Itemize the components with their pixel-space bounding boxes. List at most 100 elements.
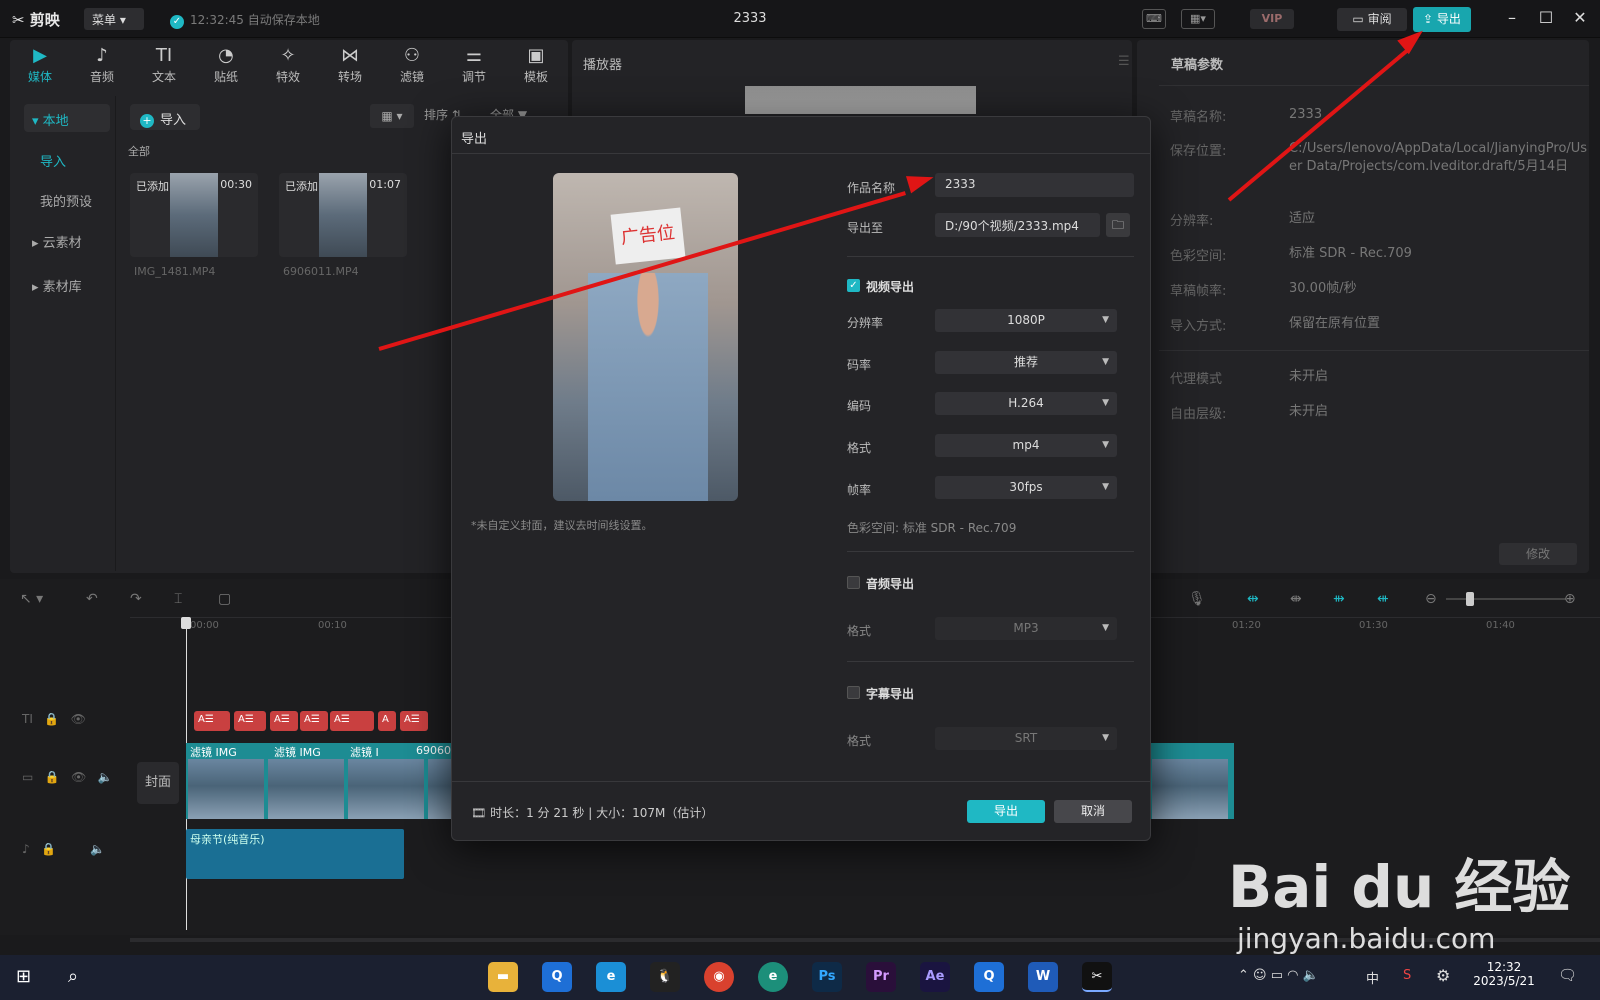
filter-icon: ⚇ [403,45,421,66]
framerate-value: 30.00帧/秒 [1289,281,1357,296]
thumbnail-image [319,173,367,257]
qq-icon[interactable]: 🐧 [650,962,680,992]
file-explorer-icon[interactable]: ▬ [488,962,518,992]
delete-icon[interactable]: ▢ [218,591,231,607]
audio-format-select[interactable]: MP3 ▼ [935,617,1117,640]
codec-select[interactable]: H.264 ▼ [935,392,1117,415]
player-menu-icon[interactable]: ☰ [1118,54,1130,69]
text-clip[interactable]: A☰ [234,711,266,731]
search-icon[interactable]: ⌕ [68,966,78,987]
sidebar-item-import[interactable]: 导入 [32,145,118,173]
player-preview [745,86,976,114]
browser2-icon[interactable]: Q [974,962,1004,992]
text-clip[interactable]: A☰ [400,711,428,731]
audio-export-checkbox[interactable] [847,576,860,589]
text-clip[interactable]: A☰ [330,711,374,731]
undo-icon[interactable]: ↶ [86,591,98,607]
close-icon[interactable]: ✕ [1570,8,1590,27]
free-layer-key: 自由层级: [1170,407,1227,422]
modify-button[interactable]: 修改 [1499,543,1577,565]
redo-icon[interactable]: ↷ [130,591,142,607]
notification-icon[interactable]: 🗨 [1558,966,1577,984]
resolution-label: 分辨率 [847,316,884,330]
fps-select[interactable]: 30fps ▼ [935,476,1117,499]
tab-filter[interactable]: ⚇ 滤镜 [382,44,442,85]
format-select[interactable]: mp4 ▼ [935,434,1117,457]
layout-icon[interactable]: ▦▾ [1181,9,1215,29]
sidebar-item-local[interactable]: ▾ 本地 [24,104,110,132]
sogou-icon[interactable]: S [1403,968,1411,983]
after-effects-icon[interactable]: Ae [920,962,950,992]
text-clip[interactable]: A☰ [270,711,298,731]
path-input[interactable]: D:/90个视频/2333.mp4 [935,213,1100,237]
keyboard-icon[interactable]: ⌨ [1142,9,1166,29]
zoom-slider-handle[interactable] [1466,592,1474,606]
cover-preview[interactable]: 广告位 [553,173,738,501]
cancel-button[interactable]: 取消 [1054,800,1132,823]
media-item[interactable]: 已添加 01:07 [279,173,407,257]
text-clip[interactable]: A☰ [194,711,230,731]
zoom-in-icon[interactable]: ⊕ [1564,591,1576,607]
text-clip[interactable]: A [378,711,396,731]
chrome-icon[interactable]: ◉ [704,962,734,992]
resolution-select[interactable]: 1080P ▼ [935,309,1117,332]
sidebar-item-presets[interactable]: 我的预设 [32,185,118,213]
view-toggle[interactable]: ▦ ▾ [370,104,414,128]
video-clip[interactable] [1150,743,1234,819]
word-icon[interactable]: W [1028,962,1058,992]
export-confirm-button[interactable]: 导出 [967,800,1045,823]
audio-clip[interactable]: 母亲节(纯音乐) [186,829,404,879]
sidebar-item-library[interactable]: ▸ 素材库 [24,270,110,298]
preview-axis-icon[interactable]: ⇻ [1333,591,1345,607]
playhead-handle[interactable] [181,617,191,629]
settings-icon[interactable]: ⚙ [1436,966,1450,985]
added-badge: 已添加 [285,180,318,193]
photoshop-icon[interactable]: Ps [812,962,842,992]
align-icon[interactable]: ⇺ [1377,591,1389,607]
free-layer-value: 未开启 [1289,404,1329,419]
snap-icon[interactable]: ⇼ [1290,591,1302,607]
subtitle-format-select[interactable]: SRT ▼ [935,727,1117,750]
tab-audio[interactable]: ♪ 音频 [72,44,132,85]
minimize-icon[interactable]: – [1502,8,1522,27]
review-button[interactable]: ▭ 审阅 [1337,8,1407,31]
vip-badge[interactable]: VIP [1250,9,1294,29]
select-tool-icon[interactable]: ↖ ▾ [20,591,43,607]
cover-person [588,273,708,501]
split-icon[interactable]: ⌶ [174,591,182,607]
name-input[interactable]: 2333 [935,173,1134,197]
link-icon[interactable]: ⇹ [1247,591,1259,607]
maximize-icon[interactable]: ☐ [1536,8,1556,27]
edge-icon[interactable]: e [758,962,788,992]
tray-icons[interactable]: ⌃ ☺ ▭ ◠ 🔈 [1238,968,1319,983]
folder-icon[interactable]: 🗀 [1106,213,1130,237]
tab-text[interactable]: TI 文本 [134,44,194,85]
media-item[interactable]: 已添加 00:30 [130,173,258,257]
mic-icon[interactable]: 🎙 [1188,591,1206,607]
subtitle-export-checkbox[interactable] [847,686,860,699]
zoom-out-icon[interactable]: ⊖ [1425,591,1437,607]
tab-media[interactable]: ▶ 媒体 [10,44,70,85]
ime-indicator[interactable]: 中 [1366,968,1379,987]
plus-icon: + [140,114,154,128]
video-export-checkbox[interactable]: ✓ [847,279,860,292]
zoom-slider[interactable] [1446,598,1566,600]
tab-template[interactable]: ▣ 模板 [506,44,566,85]
capcut-icon[interactable]: ✂ [1082,962,1112,992]
tab-adjust[interactable]: ⚌ 调节 [444,44,504,85]
tab-sticker[interactable]: ◔ 贴纸 [196,44,256,85]
bitrate-select[interactable]: 推荐 ▼ [935,351,1117,374]
windows-start-icon[interactable]: ⊞ [16,966,31,987]
clock[interactable]: 12:32 2023/5/21 [1472,960,1536,988]
tab-transition[interactable]: ⋈ 转场 [320,44,380,85]
text-clip[interactable]: A☰ [300,711,328,731]
sidebar-item-cloud[interactable]: ▸ 云素材 [24,226,110,254]
premiere-icon[interactable]: Pr [866,962,896,992]
video-clip[interactable]: 滤镜 IMG 滤镜 IMG 滤镜 I 690601 [186,743,458,819]
cover-button[interactable]: 封面 [137,762,179,804]
tick-label: 01:20 [1232,620,1261,631]
tab-effects[interactable]: ✧ 特效 [258,44,318,85]
edge-legacy-icon[interactable]: e [596,962,626,992]
browser-icon[interactable]: Q [542,962,572,992]
import-button[interactable]: + 导入 [130,104,200,130]
